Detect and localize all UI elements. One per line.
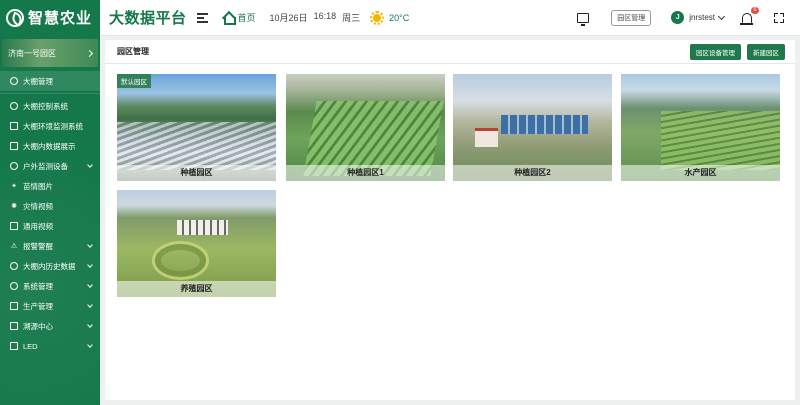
chevron-down-icon: [87, 262, 93, 268]
fullscreen-icon[interactable]: [774, 12, 784, 23]
sidebar-item-label: 系统管理: [23, 281, 53, 291]
header-buttons: 园区设备管理 新建园区: [690, 43, 785, 60]
production-icon: [10, 302, 18, 310]
control-icon: [10, 102, 18, 110]
sidebar-item-label: 溯源中心: [23, 321, 53, 331]
sidebar-item-label: 户外监测设备: [23, 161, 68, 171]
chevron-down-icon: [87, 342, 93, 348]
park-selector[interactable]: 济南一号园区: [2, 39, 98, 67]
chevron-down-icon[interactable]: [717, 12, 726, 20]
sidebar-item-system-mgmt[interactable]: 系统管理: [0, 276, 100, 296]
sidebar-item-outdoor-devices[interactable]: 户外监测设备: [0, 156, 100, 176]
image-icon: ✦: [11, 183, 17, 190]
home-label: 首页: [237, 13, 256, 23]
sidebar-item-label: 大棚环境监测系统: [23, 121, 83, 131]
home-link[interactable]: 首页: [222, 11, 256, 25]
chevron-down-icon: [87, 162, 93, 168]
park-card-breeding[interactable]: 养殖园区: [117, 190, 276, 297]
led-icon: [10, 342, 18, 350]
datetime: 10月26日 16:18 周三: [270, 11, 361, 24]
chevron-down-icon: [87, 282, 93, 288]
park-card-aquaculture[interactable]: 水产园区: [621, 74, 780, 181]
sidebar: 济南一号园区 大棚管理 大棚控制系统 大棚环境监测系统 大棚内数据展示 户外监测…: [0, 36, 100, 405]
chevron-down-icon: [87, 242, 93, 248]
sidebar-item-label: 大棚控制系统: [23, 101, 68, 111]
main-header: 园区管理 园区设备管理 新建园区: [105, 40, 795, 64]
sidebar-item-label: 大棚管理: [23, 76, 53, 86]
sidebar-item-trace-center[interactable]: 溯源中心: [0, 316, 100, 336]
sun-icon: [370, 10, 385, 25]
time-text: 16:18: [313, 11, 337, 21]
monitor-icon: [10, 122, 18, 130]
sidebar-item-seedling-images[interactable]: ✦ 苗情图片: [0, 176, 100, 196]
avatar[interactable]: J: [671, 11, 685, 24]
sidebar-item-label: LED: [23, 341, 38, 351]
new-park-button[interactable]: 新建园区: [747, 43, 785, 60]
history-icon: [10, 262, 18, 270]
date-text: 10月26日: [269, 13, 308, 23]
sidebar-item-data-display[interactable]: 大棚内数据展示: [0, 136, 100, 156]
main-panel: 园区管理 园区设备管理 新建园区 默认园区 种植园区 种植园区1 种植园区2 水…: [105, 40, 795, 400]
sidebar-item-label: 灾情视频: [23, 201, 53, 211]
device-icon: [10, 162, 18, 170]
default-park-badge: 默认园区: [117, 74, 151, 88]
chevron-down-icon: [87, 322, 93, 328]
sidebar-item-led[interactable]: LED: [0, 336, 100, 356]
sidebar-item-production-mgmt[interactable]: 生产管理: [0, 296, 100, 316]
platform-title: 大数据平台: [109, 10, 187, 27]
greenhouse-icon: [10, 77, 18, 85]
sidebar-item-label: 报警警醒: [23, 241, 53, 251]
top-header: 智慧农业 大数据平台 首页 10月26日 16:18 周三 20°C 园区管理 …: [0, 0, 800, 36]
notification-badge: 6: [751, 6, 759, 14]
data-icon: [10, 142, 18, 150]
settings-icon: [10, 282, 18, 290]
park-device-mgmt-button[interactable]: 园区设备管理: [690, 43, 741, 60]
monitor-icon[interactable]: [577, 12, 590, 26]
sidebar-item-label: 大棚内数据展示: [23, 141, 76, 151]
sidebar-item-alarm[interactable]: ⚠ 报警警醒: [0, 236, 100, 256]
chevron-down-icon: [87, 302, 93, 308]
sidebar-item-greenhouse-mgmt[interactable]: 大棚管理: [0, 71, 100, 91]
logo-text: 智慧农业: [28, 10, 93, 27]
warning-icon: ⚠: [10, 243, 18, 250]
park-card-planting-1[interactable]: 种植园区1: [286, 74, 445, 181]
header-actions: 园区管理 J jnrstest 6: [577, 6, 800, 26]
sidebar-menu: 大棚管理 大棚控制系统 大棚环境监测系统 大棚内数据展示 户外监测设备 ✦ 苗情…: [0, 71, 100, 356]
sidebar-item-env-monitor[interactable]: 大棚环境监测系统: [0, 116, 100, 136]
video-icon: ✺: [11, 203, 17, 210]
weekday-text: 周三: [342, 13, 361, 23]
sidebar-item-control-system[interactable]: 大棚控制系统: [0, 96, 100, 116]
leaf-logo-icon: [6, 8, 24, 27]
sidebar-item-history-data[interactable]: 大棚内历史数据: [0, 256, 100, 276]
park-name: 种植园区1: [286, 165, 445, 181]
menu-toggle-icon[interactable]: [196, 12, 208, 23]
sidebar-item-disaster-video[interactable]: ✺ 灾情视频: [0, 196, 100, 216]
sidebar-item-general-video[interactable]: 通用视频: [0, 216, 100, 236]
sidebar-item-label: 生产管理: [23, 301, 53, 311]
chevron-right-icon: [85, 49, 94, 57]
park-name: 水产园区: [621, 165, 780, 181]
park-card-planting-2[interactable]: 种植园区2: [453, 74, 612, 181]
trace-icon: [10, 322, 18, 330]
sidebar-item-label: 大棚内历史数据: [23, 261, 76, 271]
notification-button[interactable]: 6: [740, 6, 759, 25]
park-name: 种植园区: [117, 165, 276, 181]
bell-icon: [740, 12, 753, 25]
logo: 智慧农业: [0, 0, 100, 36]
sidebar-item-label: 通用视频: [23, 221, 53, 231]
sidebar-item-label: 苗情图片: [23, 181, 53, 191]
temperature: 20°C: [389, 12, 410, 23]
home-icon: [222, 12, 236, 25]
camera-icon: [10, 222, 18, 230]
username[interactable]: jnrstest: [689, 13, 715, 22]
park-management-button[interactable]: 园区管理: [611, 9, 652, 26]
park-name: 种植园区2: [453, 165, 612, 181]
park-selector-label: 济南一号园区: [8, 48, 56, 58]
page-title: 园区管理: [117, 47, 149, 56]
park-name: 养殖园区: [117, 281, 276, 297]
park-card-planting[interactable]: 默认园区 种植园区: [117, 74, 276, 181]
